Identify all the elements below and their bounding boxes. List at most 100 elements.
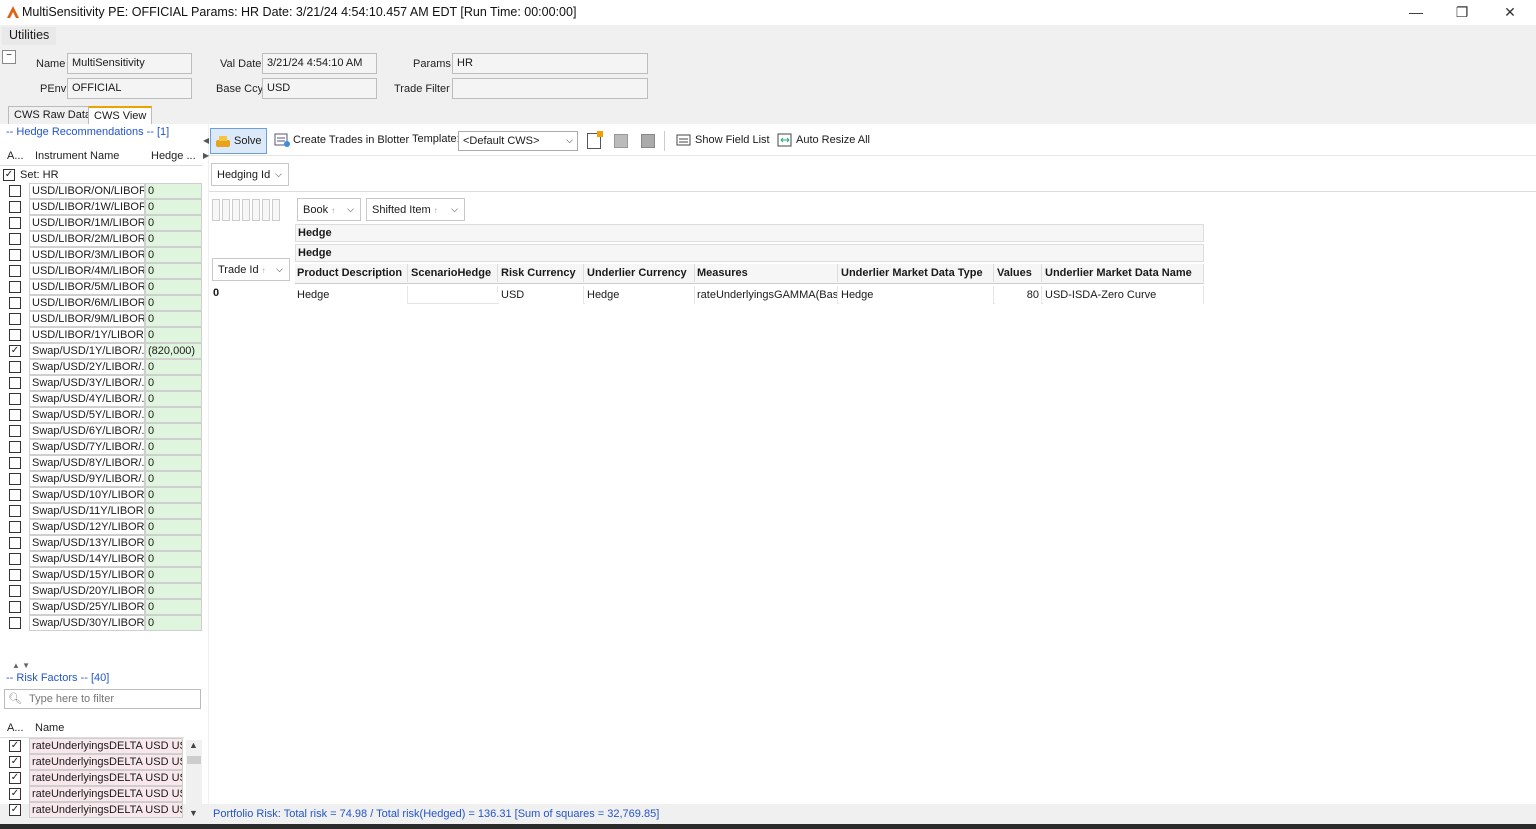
scroll-thumb[interactable]: [187, 756, 201, 764]
baseccy-field[interactable]: USD: [262, 78, 377, 99]
hedge-list-item[interactable]: Swap/USD/12Y/LIBOR... 0: [0, 519, 202, 535]
hedge-list-item[interactable]: Swap/USD/11Y/LIBOR... 0: [0, 503, 202, 519]
shifted-item-pill[interactable]: Shifted Item ↑ ⌵: [366, 198, 465, 221]
risk-factor-item[interactable]: ✓ rateUnderlyingsDELTA USD US...: [0, 786, 202, 802]
row-checkbox[interactable]: [9, 569, 21, 581]
hedge-value[interactable]: 0: [145, 503, 202, 519]
hedge-list-item[interactable]: USD/LIBOR/ON/LIBOR010: [0, 183, 202, 199]
hedge-value[interactable]: 0: [145, 439, 202, 455]
row-checkbox[interactable]: [9, 265, 21, 277]
hedge-value[interactable]: 0: [145, 535, 202, 551]
risk-factor-item[interactable]: ✓ rateUnderlyingsDELTA USD US...: [0, 738, 202, 754]
hedge-list-item[interactable]: USD/LIBOR/1W/LIBOR010: [0, 199, 202, 215]
delete-template-icon[interactable]: [614, 134, 628, 148]
col-product-description[interactable]: Product Description: [295, 264, 408, 282]
row-checkbox[interactable]: [9, 617, 21, 629]
row-checkbox[interactable]: [9, 537, 21, 549]
auto-resize-button[interactable]: Auto Resize All: [773, 128, 874, 154]
set-checkbox[interactable]: ✓: [3, 169, 15, 181]
hedge-value[interactable]: 0: [145, 455, 202, 471]
row-checkbox[interactable]: [9, 521, 21, 533]
solve-button[interactable]: Solve: [210, 128, 267, 154]
row-checkbox[interactable]: [9, 201, 21, 213]
hedge-value[interactable]: 0: [145, 183, 202, 199]
splitter-arrows-icon[interactable]: ▲ ▼: [12, 661, 30, 670]
row-checkbox[interactable]: [9, 377, 21, 389]
row-checkbox[interactable]: ✓: [9, 772, 21, 784]
risk-col-name-header[interactable]: Name: [35, 722, 64, 734]
row-checkbox[interactable]: [9, 361, 21, 373]
hedge-list-item[interactable]: Swap/USD/3Y/LIBOR/... 0: [0, 375, 202, 391]
row-checkbox[interactable]: [9, 425, 21, 437]
row-checkbox[interactable]: ✓: [9, 804, 21, 816]
risk-filter-input[interactable]: [27, 691, 197, 707]
hedge-list-item[interactable]: Swap/USD/7Y/LIBOR/... 0: [0, 439, 202, 455]
hedge-list-item[interactable]: Swap/USD/14Y/LIBOR... 0: [0, 551, 202, 567]
row-checkbox[interactable]: [9, 281, 21, 293]
hedge-list-item[interactable]: Swap/USD/10Y/LIBOR... 0: [0, 487, 202, 503]
risk-factor-item[interactable]: ✓ rateUnderlyingsDELTA USD US...: [0, 802, 202, 818]
hedge-list-item[interactable]: Swap/USD/5Y/LIBOR/... 0: [0, 407, 202, 423]
hedge-value[interactable]: 0: [145, 407, 202, 423]
row-checkbox[interactable]: [9, 601, 21, 613]
trade-id-pill[interactable]: Trade Id ↑ ⌵: [212, 258, 290, 281]
hedge-list-item[interactable]: USD/LIBOR/6M/LIBOR010: [0, 295, 202, 311]
hedge-value[interactable]: (820,000): [145, 343, 202, 359]
name-field[interactable]: MultiSensitivity: [67, 53, 192, 74]
hedge-list-item[interactable]: Swap/USD/13Y/LIBOR... 0: [0, 535, 202, 551]
tradefilter-field[interactable]: [452, 78, 648, 99]
hedge-list-item[interactable]: USD/LIBOR/9M/LIBOR010: [0, 311, 202, 327]
minimize-button[interactable]: —: [1396, 2, 1436, 22]
hedge-value[interactable]: 0: [145, 519, 202, 535]
row-checkbox[interactable]: ✓: [9, 788, 21, 800]
col-instrument-header[interactable]: Instrument Name: [35, 150, 119, 162]
params-field[interactable]: HR: [452, 53, 648, 74]
col-a-header[interactable]: A...: [7, 150, 24, 162]
row-checkbox[interactable]: [9, 457, 21, 469]
row-checkbox[interactable]: ✓: [9, 756, 21, 768]
hedge-list-item[interactable]: USD/LIBOR/4M/LIBOR010: [0, 263, 202, 279]
hedge-value[interactable]: 0: [145, 263, 202, 279]
penv-field[interactable]: OFFICIAL: [67, 78, 192, 99]
row-checkbox[interactable]: ✓: [9, 345, 21, 357]
col-hedge-header[interactable]: Hedge ...: [151, 150, 196, 162]
hedge-value[interactable]: 0: [145, 391, 202, 407]
hedge-value[interactable]: 0: [145, 551, 202, 567]
col-underlier-currency[interactable]: Underlier Currency: [585, 264, 695, 282]
hedge-value[interactable]: 0: [145, 231, 202, 247]
hedging-id-pill[interactable]: Hedging Id ⌵: [211, 163, 289, 186]
row-checkbox[interactable]: [9, 585, 21, 597]
hedge-list-item[interactable]: Swap/USD/6Y/LIBOR/... 0: [0, 423, 202, 439]
hedge-value[interactable]: 0: [145, 487, 202, 503]
hedge-value[interactable]: 0: [145, 199, 202, 215]
hedge-value[interactable]: 0: [145, 359, 202, 375]
col-underlier-market-data-name[interactable]: Underlier Market Data Name: [1043, 264, 1204, 282]
row-checkbox[interactable]: [9, 441, 21, 453]
hedge-list-item[interactable]: USD/LIBOR/1M/LIBOR010: [0, 215, 202, 231]
tab-cws-raw-data[interactable]: CWS Raw Data: [8, 106, 98, 124]
hedge-list-item[interactable]: USD/LIBOR/3M/LIBOR010: [0, 247, 202, 263]
hedge-list-item[interactable]: Swap/USD/15Y/LIBOR... 0: [0, 567, 202, 583]
row-checkbox[interactable]: [9, 505, 21, 517]
row-checkbox[interactable]: [9, 233, 21, 245]
hedge-value[interactable]: 0: [145, 375, 202, 391]
hedge-value[interactable]: 0: [145, 215, 202, 231]
hedge-list-item[interactable]: USD/LIBOR/1Y/LIBOR01 0: [0, 327, 202, 343]
close-button[interactable]: ✕: [1490, 2, 1530, 22]
hedge-value[interactable]: 0: [145, 583, 202, 599]
hedge-list-item[interactable]: Swap/USD/4Y/LIBOR/... 0: [0, 391, 202, 407]
hedge-value[interactable]: 0: [145, 295, 202, 311]
save-template-icon[interactable]: [641, 134, 655, 148]
scroll-up-icon[interactable]: ▲: [189, 740, 198, 750]
create-trades-button[interactable]: Create Trades in Blotter: [270, 128, 413, 154]
book-pill[interactable]: Book ↑ ⌵: [297, 198, 361, 221]
template-select[interactable]: <Default CWS> ⌵: [458, 131, 578, 151]
hedge-list-item[interactable]: Swap/USD/30Y/LIBOR... 0: [0, 615, 202, 631]
hedge-list-item[interactable]: Swap/USD/2Y/LIBOR/... 0: [0, 359, 202, 375]
maximize-button[interactable]: ❐: [1442, 2, 1482, 22]
row-checkbox[interactable]: [9, 185, 21, 197]
col-measures[interactable]: Measures: [695, 264, 838, 282]
row-checkbox[interactable]: [9, 329, 21, 341]
row-checkbox[interactable]: [9, 553, 21, 565]
hedge-value[interactable]: 0: [145, 327, 202, 343]
